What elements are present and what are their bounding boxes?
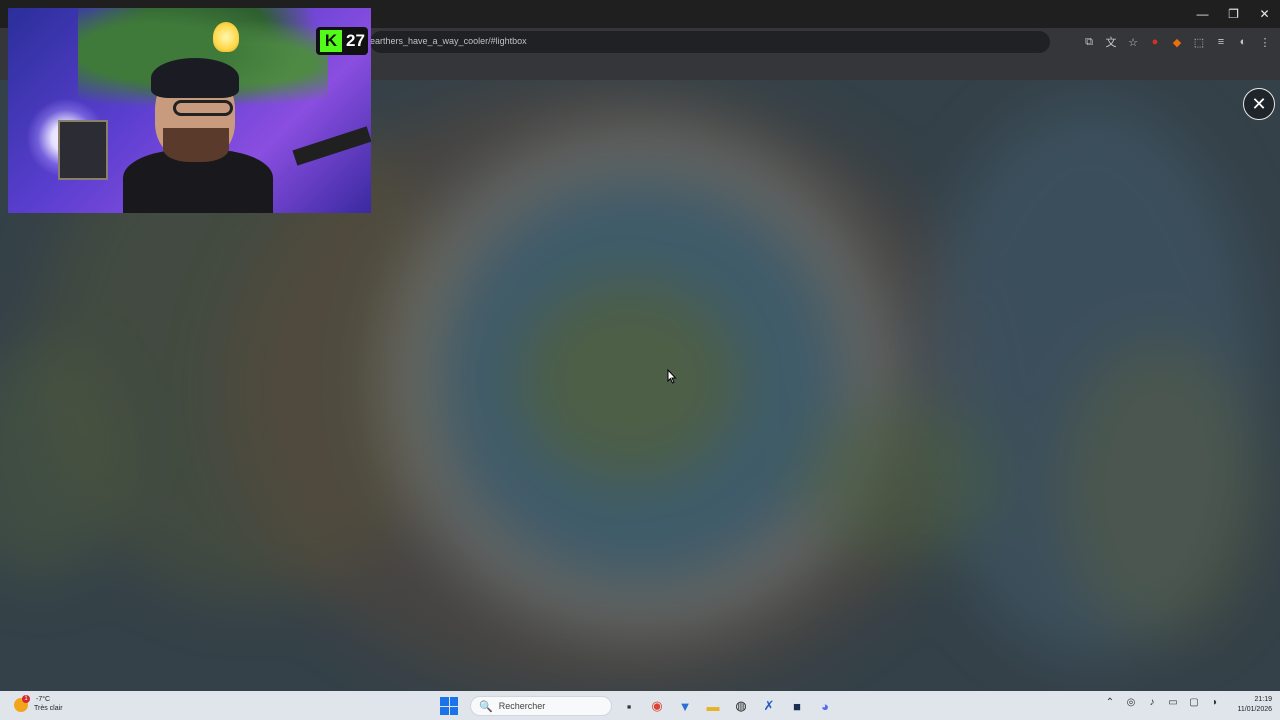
display-icon[interactable]: ▢	[1187, 697, 1201, 708]
screen: — ❐ ✕ earthers_have_a_way_cooler/#lightb…	[0, 0, 1280, 720]
chevron-up-icon[interactable]: ⌃	[1103, 697, 1117, 708]
bookmark-star-icon[interactable]: ☆	[1124, 33, 1142, 51]
window-controls: — ❐ ✕	[1187, 0, 1280, 28]
kick-logo-icon: K	[320, 30, 342, 52]
weather-widget[interactable]: 1 -7°C Très clair	[14, 695, 84, 717]
search-placeholder: Rechercher	[498, 701, 546, 711]
clock-time: 21:19	[1254, 696, 1272, 703]
system-tray: ⌃ ◎ ♪ ▭ ▢ ◗	[1103, 697, 1222, 708]
obs-icon[interactable]: ◍	[730, 695, 752, 717]
kick-icon[interactable]: ✗	[758, 695, 780, 717]
webcam-overlay: K 27	[8, 8, 371, 213]
restore-button[interactable]: ❐	[1218, 0, 1249, 28]
weather-condition: Très clair	[34, 705, 63, 712]
clock-date: 11/01/2026	[1237, 706, 1272, 713]
task-view-icon[interactable]: ▪	[618, 695, 640, 717]
toolbar-icons: ⧉ 文 ☆ ● ◆ ⬚ ≡ ◐ ⋮	[1080, 33, 1274, 51]
search-icon: 🔍	[479, 700, 493, 713]
steam-icon[interactable]: ◎	[1124, 697, 1138, 708]
streamer	[123, 58, 273, 213]
discord-icon[interactable]: ◕	[814, 695, 836, 717]
close-window-button[interactable]: ✕	[1249, 0, 1280, 28]
mouse-cursor-icon	[667, 369, 677, 384]
minimize-button[interactable]: —	[1187, 0, 1218, 28]
lightbox-close-button[interactable]: ✕	[1243, 88, 1275, 120]
url-text[interactable]: earthers_have_a_way_cooler/#lightbox	[370, 36, 527, 46]
menu-dots-icon[interactable]: ⋮	[1256, 33, 1274, 51]
microphone-arm	[292, 126, 371, 166]
keyboard-icon[interactable]: ▭	[1166, 697, 1180, 708]
weather-temp: -7°C	[36, 696, 51, 703]
vpn-icon[interactable]: ▼	[674, 695, 696, 717]
extension-orange-icon[interactable]: ◆	[1168, 33, 1186, 51]
clock[interactable]: 21:19 11/01/2026	[1237, 695, 1272, 715]
profile-icon[interactable]: ◐	[1234, 33, 1252, 51]
extensions-puzzle-icon[interactable]: ⬚	[1190, 33, 1208, 51]
taskbar-center: 🔍 Rechercher ▪ ◉ ▼ ▬ ◍ ✗ ■ ◕	[440, 694, 836, 718]
translate-icon[interactable]: 文	[1102, 33, 1120, 51]
volume-icon[interactable]: ◗	[1208, 697, 1222, 708]
close-icon: ✕	[1251, 94, 1267, 114]
lightbulb-icon	[213, 22, 239, 52]
file-explorer-icon[interactable]: ▬	[702, 695, 724, 717]
mic-icon[interactable]: ♪	[1145, 697, 1159, 708]
media-controls-icon[interactable]: ≡	[1212, 33, 1230, 51]
viewer-count: 27	[346, 31, 365, 50]
taskbar-search[interactable]: 🔍 Rechercher	[470, 696, 612, 716]
chrome-icon[interactable]: ◉	[646, 695, 668, 717]
extension-red-icon[interactable]: ●	[1146, 33, 1164, 51]
kick-badge: K 27	[316, 27, 368, 55]
framed-poster	[58, 120, 108, 180]
photoshop-icon[interactable]: ■	[786, 695, 808, 717]
start-button[interactable]	[440, 697, 458, 715]
weather-alert-badge: 1	[22, 695, 30, 703]
install-app-icon[interactable]: ⧉	[1080, 33, 1098, 51]
